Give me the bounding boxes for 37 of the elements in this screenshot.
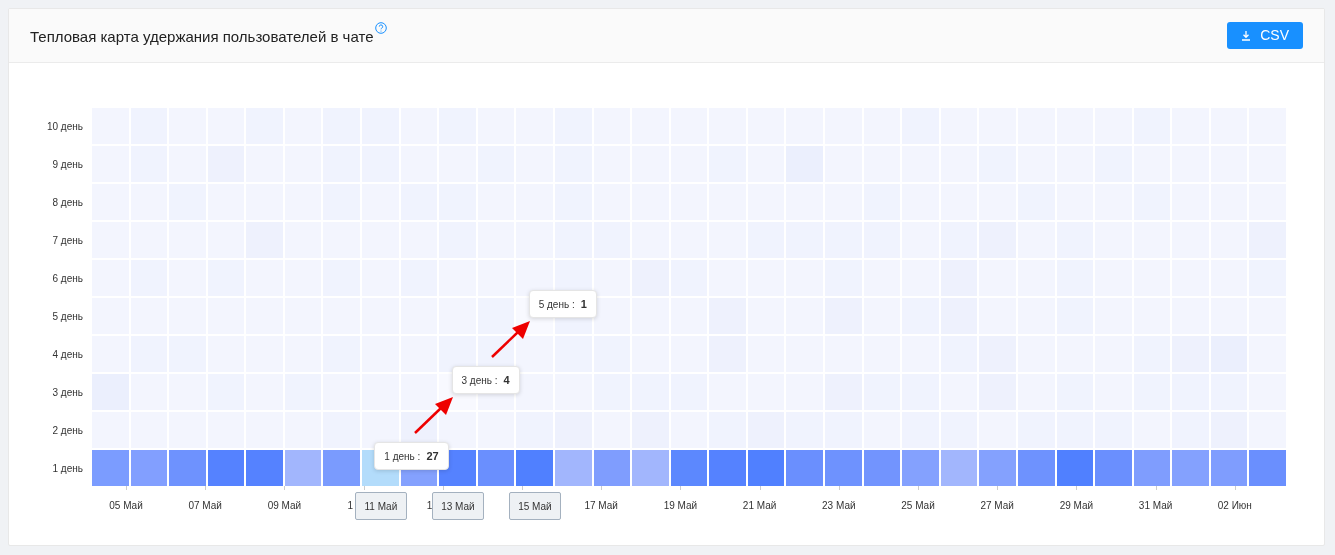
axis-label: 1	[347, 499, 354, 513]
tooltip-label: 1 день :	[384, 449, 421, 464]
csv-export-button[interactable]: CSV	[1227, 22, 1303, 49]
axis-pointer-label: 15 Май	[508, 492, 561, 520]
tooltip-value: 27	[426, 448, 439, 464]
axis-label: 31 Май	[1138, 499, 1173, 513]
row-label: 1 день	[52, 461, 83, 476]
axis-label: 05 Май	[109, 499, 143, 513]
row-label: 4 день	[52, 347, 83, 362]
download-icon	[1241, 30, 1252, 41]
row-label: 6 день	[52, 271, 83, 286]
row-label: 5 день	[52, 309, 83, 324]
tooltip-value: 4	[503, 372, 510, 388]
axis-label: 1	[426, 499, 433, 513]
help-icon[interactable]	[375, 22, 388, 35]
tooltip-label: 5 день :	[538, 297, 575, 312]
axis-pointer-label: 13 Май	[431, 492, 484, 520]
axis-label: 27 Май	[980, 499, 1014, 513]
row-label: 8 день	[52, 195, 83, 210]
row-label: 9 день	[52, 157, 83, 172]
tooltip-label: 3 день :	[461, 373, 498, 388]
axis-label: 17 Май	[584, 499, 618, 513]
axis-label: 19 Май	[663, 499, 698, 513]
axis-label: 02 Июн	[1217, 499, 1252, 513]
axis-label: 09 Май	[267, 499, 302, 513]
row-label: 3 день	[52, 385, 83, 400]
panel-title: Тепловая карта удержания пользователей в чате	[30, 27, 374, 48]
row-label: 10 день	[46, 119, 83, 134]
row-label: 2 день	[52, 423, 83, 438]
tooltip-value: 1	[580, 296, 587, 312]
axis-label: 23 Май	[822, 499, 856, 513]
axis-label: 25 Май	[901, 499, 935, 513]
axis-label: 07 Май	[188, 499, 222, 513]
row-label: 7 день	[52, 233, 83, 248]
axis-label: 21 Май	[742, 499, 777, 513]
axis-label: 29 Май	[1059, 499, 1094, 513]
axis-pointer-label: 11 Май	[354, 492, 407, 520]
